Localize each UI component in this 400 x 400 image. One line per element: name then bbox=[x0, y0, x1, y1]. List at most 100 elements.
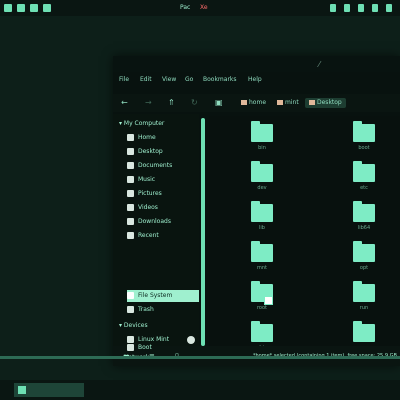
reload-icon[interactable]: ↻ bbox=[191, 98, 198, 107]
folder-item[interactable]: run bbox=[351, 281, 377, 320]
documents-icon bbox=[127, 162, 134, 169]
folder-icon bbox=[353, 241, 375, 262]
toggle-location-icon[interactable]: ▣ bbox=[215, 98, 223, 107]
volume-icon[interactable] bbox=[344, 4, 350, 12]
folder-item[interactable]: opt bbox=[351, 241, 377, 280]
file-list: bin boot dev etc lib lib64 mnt opt root … bbox=[209, 116, 400, 346]
sidebar-header-devices[interactable]: ▾ Devices bbox=[119, 322, 148, 329]
menu-view[interactable]: View bbox=[162, 76, 176, 83]
folder-icon bbox=[251, 201, 273, 222]
folder-label: bin bbox=[258, 145, 266, 151]
sidebar-item-trash[interactable]: Trash bbox=[127, 304, 197, 316]
folder-label: lib64 bbox=[357, 225, 371, 231]
battery-icon[interactable] bbox=[358, 4, 364, 12]
sidebar-item-music[interactable]: Music bbox=[127, 174, 197, 186]
forward-icon[interactable]: → bbox=[145, 98, 152, 107]
folder-icon bbox=[251, 121, 273, 142]
folder-icon bbox=[251, 321, 273, 342]
folder-item[interactable]: lib64 bbox=[351, 201, 377, 240]
folder-label: lib bbox=[259, 225, 265, 231]
sidebar-item-pictures[interactable]: Pictures bbox=[127, 188, 197, 200]
sidebar-header-label: My Computer bbox=[123, 120, 165, 127]
folder-item[interactable]: root bbox=[249, 281, 275, 320]
folder-item[interactable]: sbin bbox=[249, 321, 275, 346]
sidebar-item-videos[interactable]: Videos bbox=[127, 202, 197, 214]
sidebar-item-label: Home bbox=[138, 134, 156, 141]
breadcrumb-desktop[interactable]: Desktop bbox=[305, 98, 346, 108]
sidebar-item-label: Desktop bbox=[138, 148, 163, 155]
downloads-icon bbox=[127, 218, 134, 225]
files-icon[interactable] bbox=[17, 4, 25, 12]
breadcrumb-label: Desktop bbox=[317, 99, 342, 106]
sidebar-item-desktop[interactable]: Desktop bbox=[127, 146, 197, 158]
recent-icon bbox=[127, 232, 134, 239]
files-icon bbox=[18, 386, 26, 394]
folder-label: run bbox=[359, 305, 369, 311]
folder-icon bbox=[251, 241, 273, 262]
taskbar-file-manager[interactable] bbox=[14, 383, 84, 397]
menu-icon[interactable] bbox=[4, 4, 12, 12]
window-accent-line bbox=[0, 356, 400, 359]
panel-status: Xe bbox=[200, 4, 208, 11]
folder-label: mnt bbox=[257, 265, 267, 271]
folder-label: boot bbox=[358, 145, 370, 151]
sidebar-scrollbar[interactable] bbox=[201, 118, 205, 346]
power-icon[interactable] bbox=[386, 4, 392, 12]
window-titlebar[interactable]: ⁄ bbox=[113, 56, 400, 72]
sidebar-item-documents[interactable]: Documents bbox=[127, 160, 197, 172]
folder-icon bbox=[353, 121, 375, 142]
top-panel: Pac Xe bbox=[0, 0, 400, 16]
sidebar-item-label: File System bbox=[138, 292, 173, 299]
network-icon[interactable] bbox=[330, 4, 336, 12]
folder-item[interactable]: dev bbox=[249, 161, 275, 200]
sidebar-item-downloads[interactable]: Downloads bbox=[127, 216, 197, 228]
sidebar-item-home[interactable]: Home bbox=[127, 132, 197, 144]
sidebar-header-my-computer[interactable]: ▾ My Computer bbox=[119, 120, 164, 127]
folder-icon bbox=[241, 100, 247, 105]
folder-icon bbox=[353, 321, 375, 342]
back-icon[interactable]: ← bbox=[121, 98, 128, 107]
menu-help[interactable]: Help bbox=[248, 76, 262, 83]
drive-icon bbox=[127, 336, 134, 343]
music-icon bbox=[127, 176, 134, 183]
menu-edit[interactable]: Edit bbox=[140, 76, 152, 83]
link-badge-icon bbox=[264, 296, 273, 305]
menu-go[interactable]: Go bbox=[185, 76, 193, 83]
sidebar-item-label: Trash bbox=[138, 306, 154, 313]
panel-app-title: Pac bbox=[180, 4, 191, 11]
folder-icon bbox=[353, 281, 375, 302]
desktop-icon bbox=[127, 148, 134, 155]
browser-icon[interactable] bbox=[43, 4, 51, 12]
folder-item[interactable]: boot bbox=[351, 121, 377, 160]
folder-item[interactable]: lib bbox=[249, 201, 275, 240]
folder-item[interactable]: srv bbox=[351, 321, 377, 346]
home-icon bbox=[127, 134, 134, 141]
folder-icon bbox=[353, 201, 375, 222]
folder-label: dev bbox=[257, 185, 267, 191]
folder-item[interactable]: etc bbox=[351, 161, 377, 200]
folder-label: root bbox=[256, 305, 268, 311]
pictures-icon bbox=[127, 190, 134, 197]
breadcrumb-home[interactable]: home bbox=[237, 98, 270, 108]
sidebar-item-file-system[interactable]: File System bbox=[127, 290, 199, 302]
drive-icon bbox=[127, 292, 134, 299]
menu-file[interactable]: File bbox=[119, 76, 129, 83]
sidebar-item-label: Recent bbox=[138, 232, 159, 239]
notifications-icon[interactable] bbox=[372, 4, 378, 12]
menu-bookmarks[interactable]: Bookmarks bbox=[203, 76, 237, 83]
eject-icon[interactable] bbox=[187, 336, 195, 344]
videos-icon bbox=[127, 204, 134, 211]
up-icon[interactable]: ⇑ bbox=[168, 98, 175, 107]
sidebar-item-label: Videos bbox=[138, 204, 158, 211]
menu-bar: File Edit View Go Bookmarks Help bbox=[113, 74, 400, 88]
terminal-icon[interactable] bbox=[30, 4, 38, 12]
folder-icon bbox=[251, 161, 273, 182]
sidebar-item-recent[interactable]: Recent bbox=[127, 230, 197, 242]
sidebar-item-label: Downloads bbox=[138, 218, 171, 225]
breadcrumb-mint[interactable]: mint bbox=[273, 98, 303, 108]
breadcrumb-label: home bbox=[249, 99, 267, 106]
sidebar-header-label: Devices bbox=[123, 322, 148, 329]
window-close-icon[interactable]: ⁄ bbox=[319, 60, 320, 69]
folder-item[interactable]: bin bbox=[249, 121, 275, 160]
folder-item[interactable]: mnt bbox=[249, 241, 275, 280]
